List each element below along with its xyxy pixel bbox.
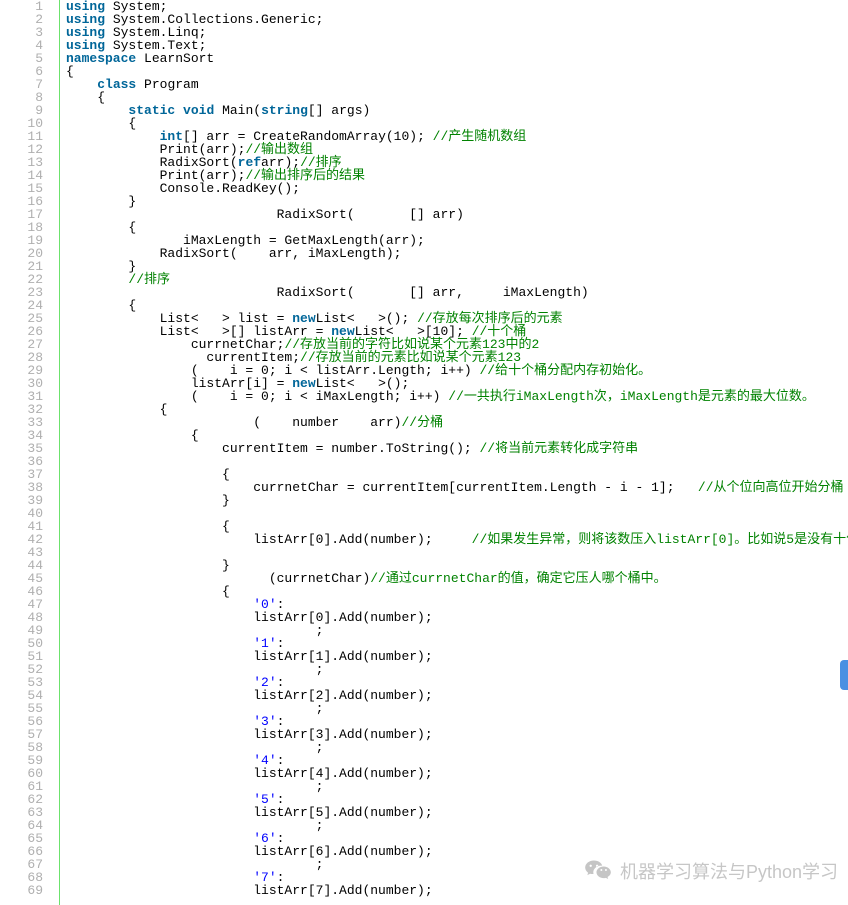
line-number: 69: [0, 884, 53, 897]
line-number: 7: [0, 78, 53, 91]
token-cmt: //给十个桶分配内存初始化。: [479, 363, 651, 378]
line-number: 1: [0, 0, 53, 13]
token-plain: Program: [136, 77, 198, 92]
code-line: namespace LearnSort: [66, 52, 848, 65]
token-plain: [175, 103, 183, 118]
token-kw: string: [261, 103, 308, 118]
line-number-gutter: 1234567891011121314151617181920212223242…: [0, 0, 60, 905]
code-line: RadixSort( [] arr, iMaxLength): [66, 286, 848, 299]
token-cmt: //产生随机数组: [433, 129, 527, 144]
token-plain: Main(: [214, 103, 261, 118]
code-line: static void Main(string[] args): [66, 104, 848, 117]
token-cmt: //将当前元素转化成字符串: [479, 441, 638, 456]
watermark: 机器学习算法与Python学习: [584, 857, 838, 885]
line-number: 5: [0, 52, 53, 65]
side-tab-handle[interactable]: [840, 660, 848, 690]
token-cmt: //分桶: [401, 415, 443, 430]
token-plain: listArr[0].Add(number);: [66, 532, 472, 547]
code-line: }: [66, 494, 848, 507]
code-line: }: [66, 260, 848, 273]
code-line: class Program: [66, 78, 848, 91]
wechat-icon: [584, 857, 612, 885]
token-plain: LearnSort: [136, 51, 214, 66]
token-kw: namespace: [66, 51, 136, 66]
line-number: 2: [0, 13, 53, 26]
line-number: 3: [0, 26, 53, 39]
code-line: Console.ReadKey();: [66, 182, 848, 195]
watermark-text: 机器学习算法与Python学习: [620, 858, 838, 884]
token-plain: }: [66, 493, 230, 508]
line-number: 4: [0, 39, 53, 52]
code-content: using System;using System.Collections.Ge…: [60, 0, 848, 905]
token-plain: RadixSort( [] arr, iMaxLength): [66, 285, 589, 300]
token-plain: currentItem = number.ToString();: [66, 441, 479, 456]
code-line: listArr[7].Add(number);: [66, 884, 848, 897]
token-cmt: //从个位向高位开始分桶: [698, 480, 844, 495]
code-line: ( i = 0; i < iMaxLength; i++) //一共执行iMax…: [66, 390, 848, 403]
code-viewer: 1234567891011121314151617181920212223242…: [0, 0, 848, 905]
token-cmt: //一共执行iMaxLength次，iMaxLength是元素的最大位数。: [448, 389, 815, 404]
line-number: 6: [0, 65, 53, 78]
code-line: RadixSort( [] arr): [66, 208, 848, 221]
code-line: listArr[0].Add(number); //如果发生异常，则将该数压入l…: [66, 533, 848, 546]
token-cmt: //如果发生异常，则将该数压入listArr[0]。比如说5是没有十位数的: [472, 532, 848, 547]
code-line: RadixSort( arr, iMaxLength);: [66, 247, 848, 260]
code-line: currentItem = number.ToString(); //将当前元素…: [66, 442, 848, 455]
token-plain: listArr[7].Add(number);: [66, 883, 433, 898]
token-cmt: //通过currnetChar的值，确定它压人哪个桶中。: [370, 571, 666, 586]
token-kw: void: [183, 103, 214, 118]
token-plain: [] args): [308, 103, 370, 118]
line-number: 8: [0, 91, 53, 104]
